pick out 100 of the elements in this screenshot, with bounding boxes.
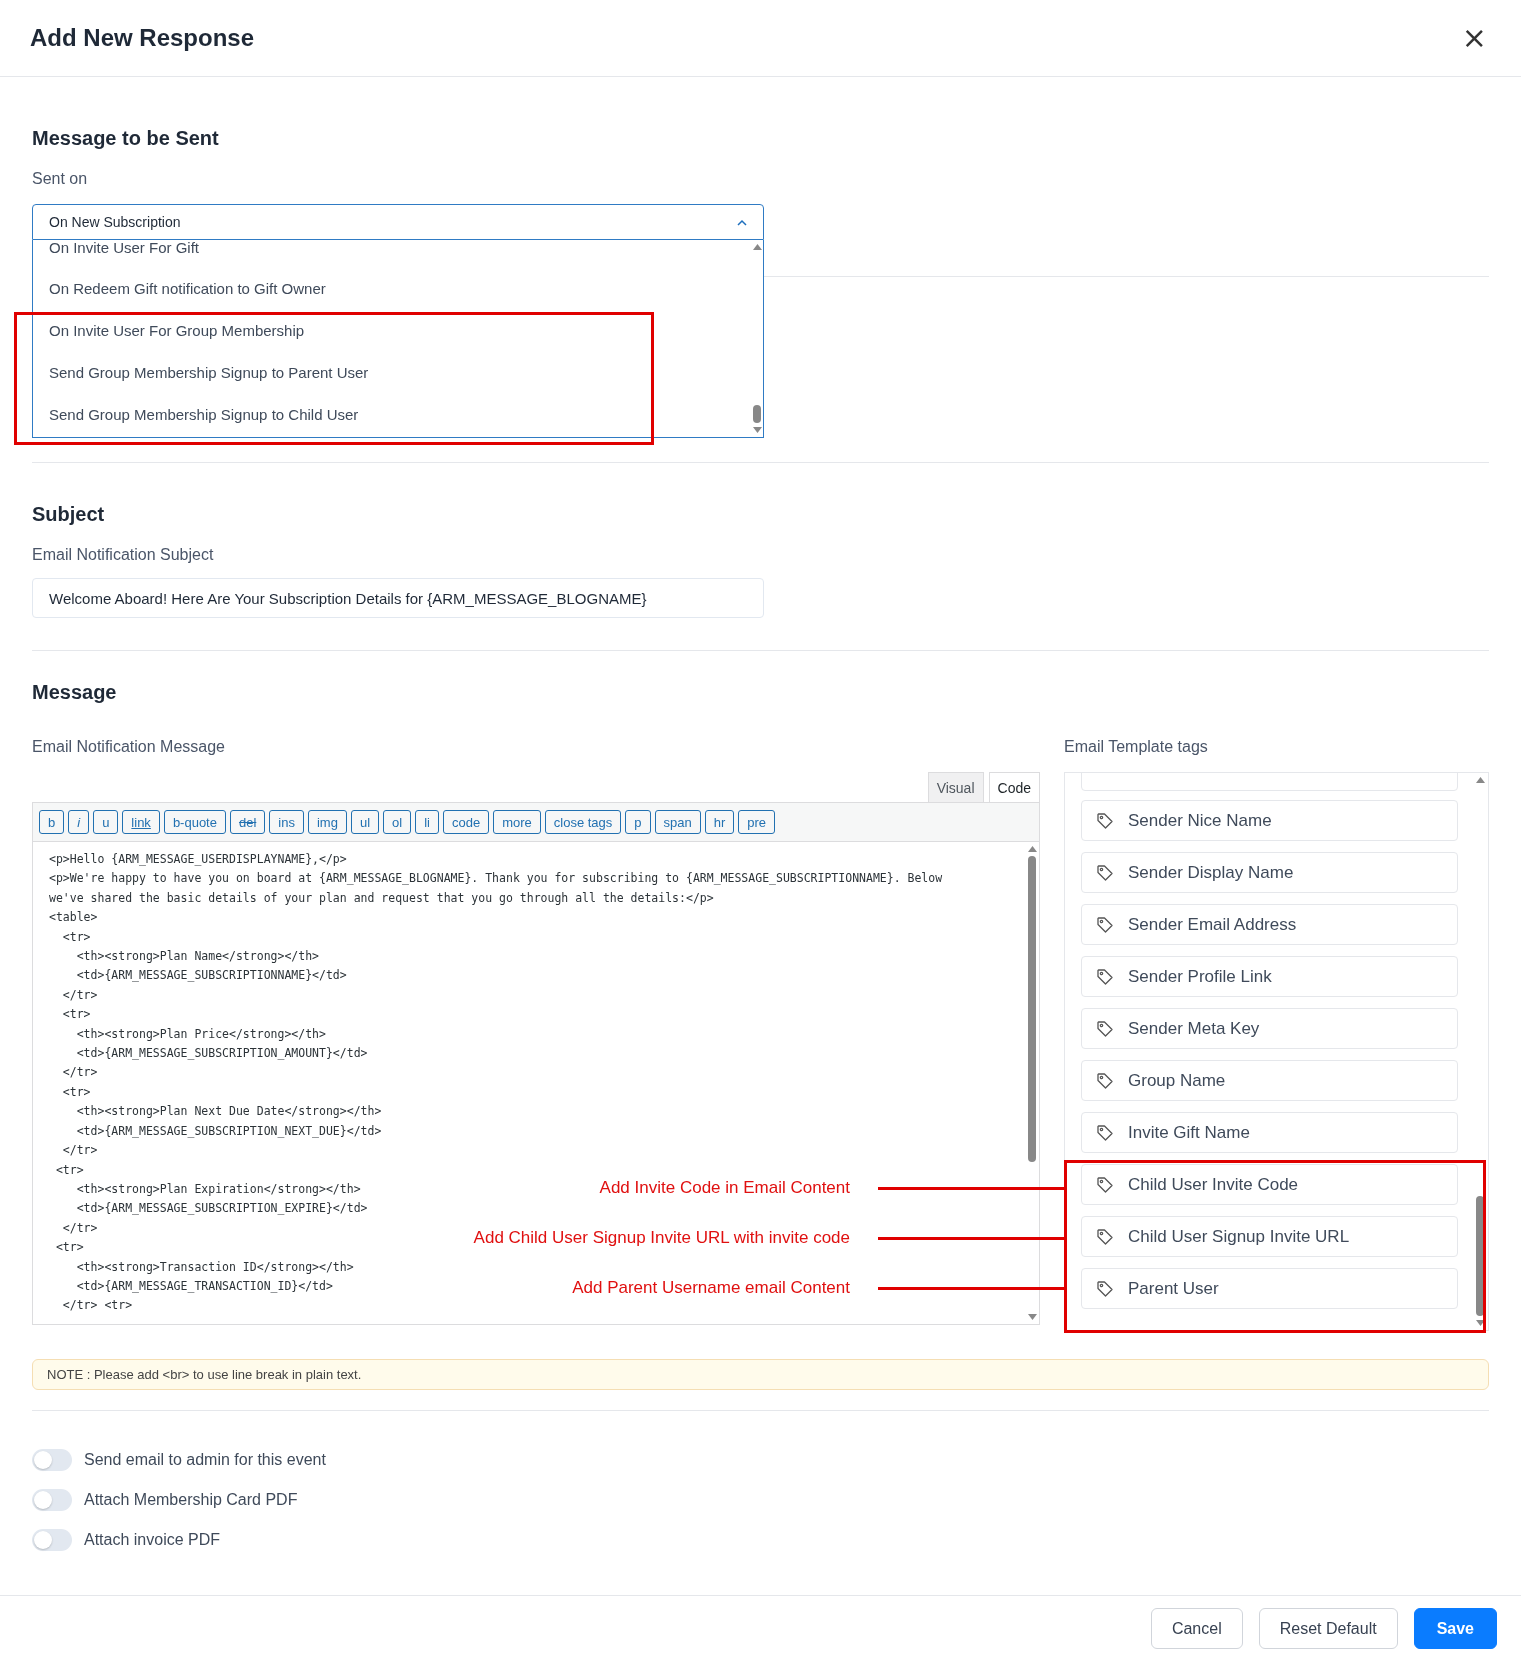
tag-icon (1096, 1279, 1114, 1298)
format-button[interactable]: ins (269, 810, 304, 834)
scroll-up-icon[interactable] (1475, 777, 1485, 783)
code-line: <tr> (61, 1006, 91, 1024)
code-line: <p>We're happy to have you on board at {ARM_MESSAGE_BLOGNAME}. Thank you for subscribing to {ARM_MESSAGE_SUBSCRIPTIONNAME}. Below (49, 870, 943, 888)
template-tag[interactable]: Sender Nice Name (1081, 800, 1458, 841)
tag-icon (1096, 863, 1114, 882)
code-line: we've shared the basic details of your plan and request that you go through all the details:</p> (49, 889, 714, 907)
scrollbar-thumb[interactable] (1476, 1196, 1484, 1316)
dialog-title: Add New Response (30, 24, 255, 52)
template-tag[interactable]: Sender Profile Link (1081, 956, 1458, 997)
subject-field[interactable]: Welcome Aboard! Here Are Your Subscription Details for {ARM_MESSAGE_BLOGNAME} (32, 578, 764, 618)
tag-icon (1096, 967, 1114, 986)
template-tag[interactable]: Child User Invite Code (1081, 1164, 1458, 1205)
code-line: <td>{ARM_MESSAGE_SUBSCRIPTION_AMOUNT}</td> (75, 1045, 368, 1063)
format-button[interactable]: p (625, 810, 651, 834)
format-button[interactable]: more (493, 810, 541, 834)
dropdown-option[interactable]: On Invite User For Gift (33, 240, 751, 268)
format-button[interactable]: b (39, 810, 65, 834)
code-line: <th><strong>Plan Expiration</strong></th> (75, 1180, 361, 1198)
scrollbar-thumb[interactable] (753, 405, 761, 423)
format-button[interactable]: pre (738, 810, 776, 834)
tag-icon (1096, 915, 1114, 934)
toggle-switch[interactable] (32, 1449, 72, 1471)
tag-icon (1096, 1019, 1114, 1038)
template-tag[interactable]: Sender Email Address (1081, 904, 1458, 945)
chevron-up-icon (737, 218, 747, 226)
format-button[interactable]: u (93, 810, 119, 834)
format-button[interactable]: li (415, 810, 439, 834)
dropdown-field[interactable]: On New Subscription (32, 204, 764, 240)
cancel-button[interactable]: Cancel (1150, 1608, 1243, 1649)
tag-icon (1096, 811, 1114, 830)
annotation-text: Add Child User Signup Invite URL with invite code (473, 1228, 850, 1248)
close-button[interactable]: × (1457, 23, 1491, 53)
format-button[interactable]: img (307, 810, 347, 834)
field-label: Sent on (32, 170, 89, 188)
template-tag[interactable]: Group Name (1081, 1060, 1458, 1101)
code-line: </tr> <tr> (61, 1297, 133, 1315)
scrollbar-thumb[interactable] (1028, 856, 1036, 1162)
scroll-down-icon[interactable] (752, 427, 762, 433)
code-line: <tr> (54, 1161, 84, 1179)
code-line: <th><strong>Plan Name</strong></th> (75, 948, 320, 966)
format-button[interactable]: ul (350, 810, 380, 834)
section-heading: Message (32, 681, 118, 704)
dropdown-option[interactable]: On Invite User For Group Membership (33, 310, 751, 352)
section-heading: Message to be Sent (32, 127, 220, 150)
code-line: <tr> (61, 928, 91, 946)
code-line: <th><strong>Transaction ID</strong></th> (75, 1258, 354, 1276)
code-line: <th><strong>Plan Next Due Date</strong></th> (75, 1103, 382, 1121)
editor-tab[interactable]: Code (988, 772, 1040, 802)
code-line: <th><strong>Plan Price</strong></th> (75, 1025, 326, 1043)
scroll-up-icon[interactable] (752, 244, 762, 250)
format-button[interactable]: span (654, 810, 701, 834)
template-tag[interactable]: Parent User (1081, 1268, 1458, 1309)
dropdown-option[interactable]: Send Group Membership Signup to Parent User (33, 352, 751, 394)
template-tag[interactable]: Sender Meta Key (1081, 1008, 1458, 1049)
template-tag[interactable]: Invite Gift Name (1081, 1112, 1458, 1153)
code-line: <td>{ARM_MESSAGE_SUBSCRIPTION_EXPIRE}</td> (75, 1200, 368, 1218)
code-line: <tr> (61, 1083, 91, 1101)
format-button[interactable]: hr (704, 810, 735, 834)
editor-tab[interactable]: Visual (927, 772, 984, 802)
format-button[interactable]: i (68, 810, 90, 834)
toggle-label: Attach invoice PDF (84, 1531, 221, 1549)
toggle-switch[interactable] (32, 1489, 72, 1511)
dropdown-option[interactable]: On Redeem Gift notification to Gift Owner (33, 268, 751, 310)
format-button[interactable]: b-quote (163, 810, 226, 834)
scroll-down-icon[interactable] (1027, 1314, 1037, 1320)
field-label: Email Template tags (1064, 738, 1209, 756)
tag-icon (1096, 1227, 1114, 1246)
tag-icon (1096, 1123, 1114, 1142)
toggle-label: Attach Membership Card PDF (84, 1491, 298, 1509)
format-button[interactable]: del (229, 810, 266, 834)
format-button[interactable]: code (442, 810, 490, 834)
code-line: <tr> (54, 1239, 84, 1257)
field-label: Email Notification Message (32, 738, 226, 756)
field-label: Email Notification Subject (32, 546, 215, 564)
toggle-label: Send email to admin for this event (84, 1451, 326, 1469)
dropdown-option[interactable]: Send Group Membership Signup to Child User (33, 394, 751, 436)
format-button[interactable]: close tags (544, 810, 622, 834)
save-button[interactable]: Save (1413, 1608, 1497, 1649)
scroll-up-icon[interactable] (1027, 846, 1037, 852)
template-tag[interactable]: Child User Signup Invite URL (1081, 1216, 1458, 1257)
code-line: <td>{ARM_MESSAGE_TRANSACTION_ID}</td> (75, 1277, 333, 1295)
code-line: </tr> (61, 1064, 98, 1082)
reset-button[interactable]: Reset Default (1258, 1608, 1398, 1649)
toggle-switch[interactable] (32, 1529, 72, 1551)
format-button[interactable]: link (122, 810, 160, 834)
code-line: <p>Hello {ARM_MESSAGE_USERDISPLAYNAME},</p> (49, 851, 347, 868)
template-tag[interactable]: Sender Display Name (1081, 852, 1458, 893)
tag-icon (1096, 1175, 1114, 1194)
code-line: <td>{ARM_MESSAGE_SUBSCRIPTION_NEXT_DUE}</td> (75, 1122, 382, 1140)
code-line: </tr> (61, 986, 98, 1004)
format-button[interactable]: ol (383, 810, 412, 834)
code-line: <td>{ARM_MESSAGE_SUBSCRIPTIONNAME}</td> (75, 967, 347, 985)
tag-icon (1096, 1071, 1114, 1090)
note-banner: NOTE : Please add <br> to use line break in plain text. (32, 1359, 1489, 1390)
code-line: </tr> (61, 1219, 98, 1237)
scroll-down-icon[interactable] (1475, 1320, 1485, 1326)
code-line: </tr> (61, 1142, 98, 1160)
code-line: <table> (49, 909, 98, 927)
